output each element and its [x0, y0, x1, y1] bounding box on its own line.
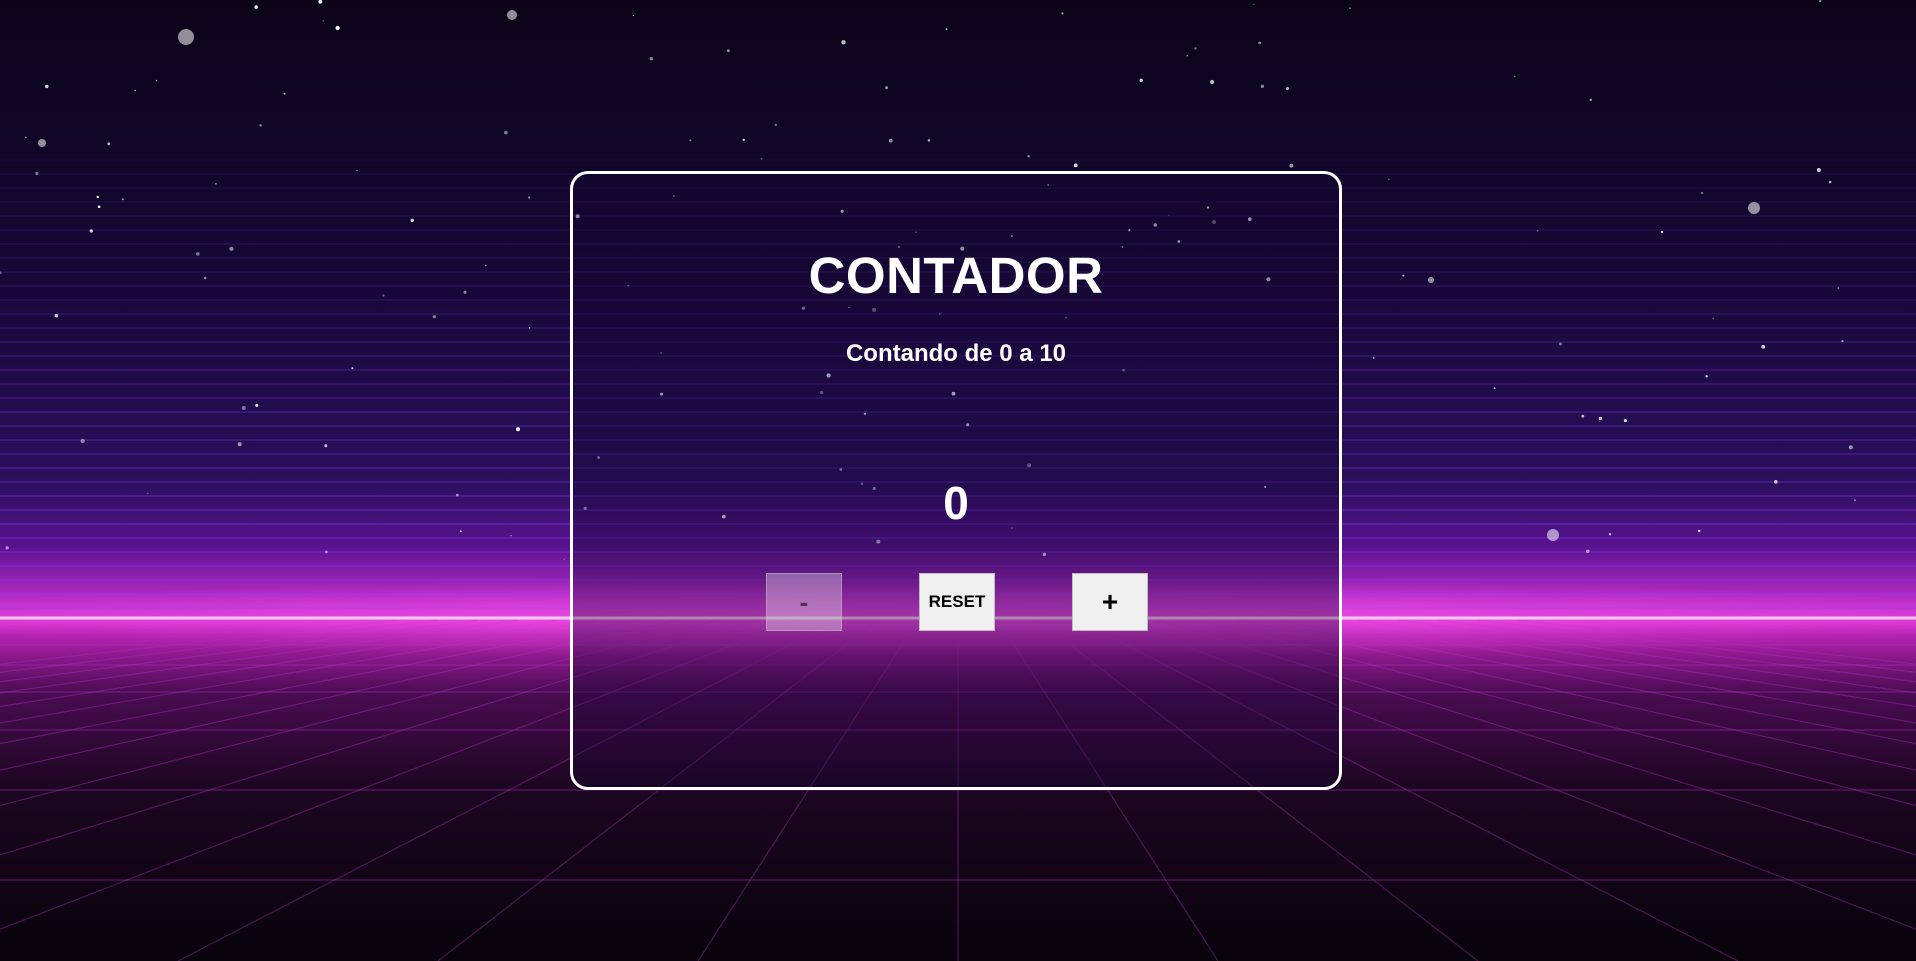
increment-button[interactable]: + — [1072, 573, 1148, 631]
counter-card: CONTADOR Contando de 0 a 10 0 - RESET + — [570, 171, 1342, 790]
counter-value: 0 — [943, 477, 969, 529]
reset-button[interactable]: RESET — [919, 573, 995, 631]
page-title: CONTADOR — [808, 247, 1104, 304]
decrement-button[interactable]: - — [766, 573, 842, 631]
subtitle: Contando de 0 a 10 — [845, 340, 1067, 367]
